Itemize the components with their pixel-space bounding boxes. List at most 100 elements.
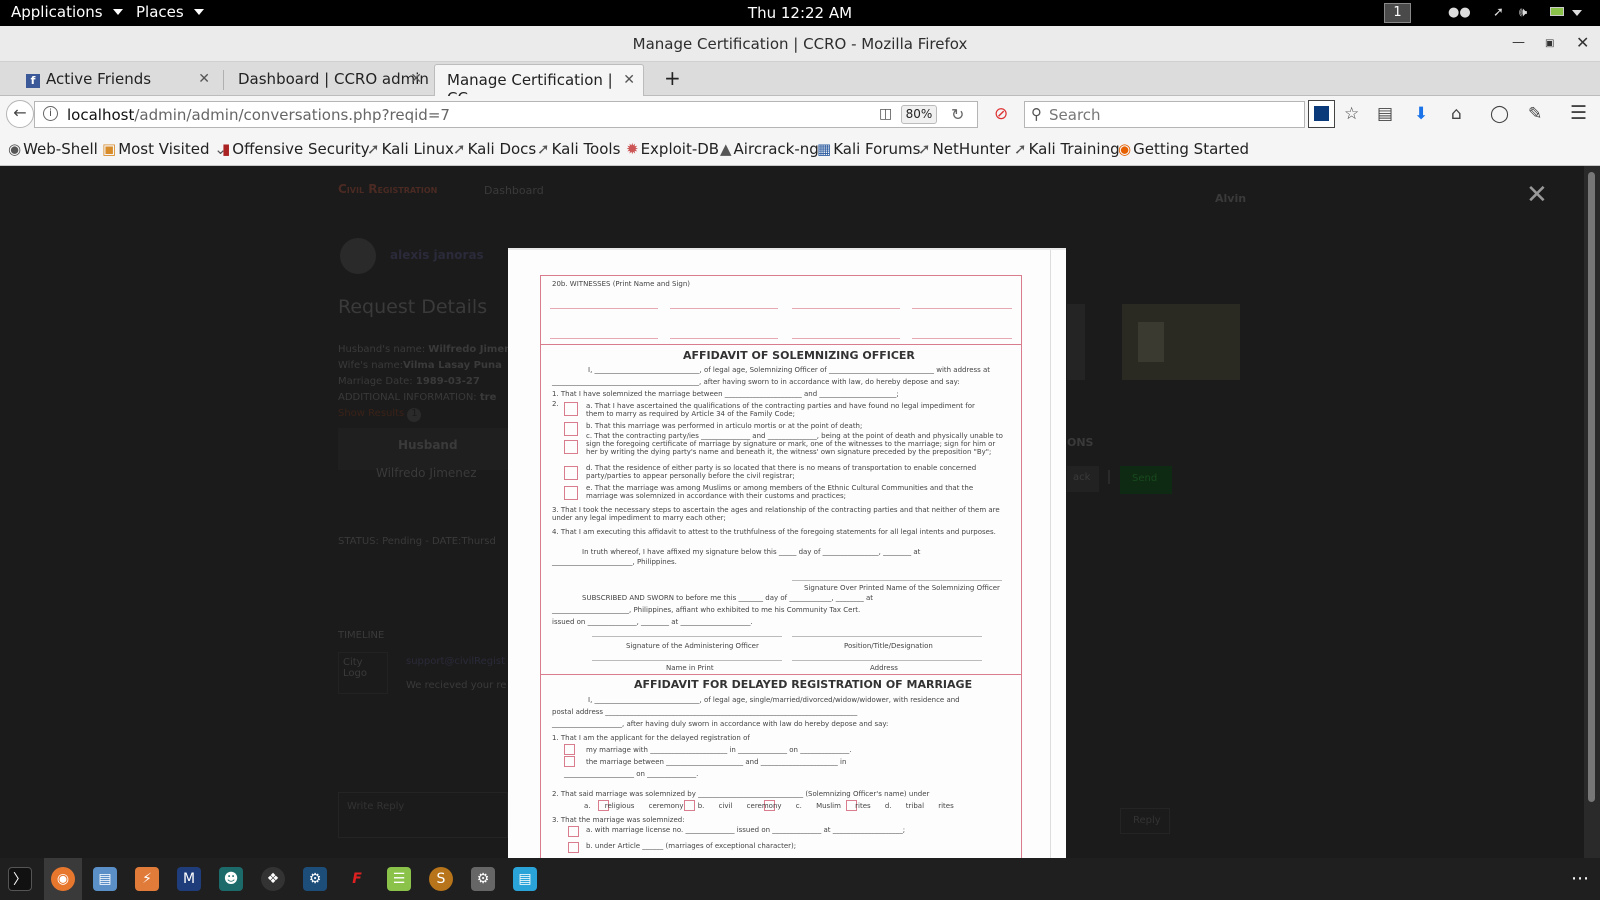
doc-line: b. under Article ______ (marriages of ex… [586, 842, 797, 850]
back-button-bg[interactable]: ack [1067, 466, 1099, 492]
request-title: Request Details [338, 296, 488, 318]
send-button[interactable]: Send [1120, 466, 1172, 494]
network-icon[interactable]: ➚ [1493, 5, 1504, 21]
status-line: STATUS: Pending - DATE:Thursd [338, 536, 496, 547]
bookmark-label: Kali Forums [833, 140, 921, 158]
value: Wilfredo Jimen [428, 344, 512, 355]
label: Wife's name: [338, 360, 403, 371]
bookmark-star-icon[interactable]: ☆ [1344, 104, 1359, 124]
brand-link[interactable]: Civil Registration [338, 182, 437, 196]
battery-icon[interactable] [1550, 5, 1564, 21]
tab-dashboard[interactable]: Dashboard | CCRO admin ✕ [226, 64, 430, 96]
reply-button[interactable]: Reply [1120, 808, 1170, 834]
faraday-icon[interactable]: F [345, 867, 369, 891]
url-host: localhost [67, 106, 135, 124]
devtools-icon[interactable]: ✎ [1528, 104, 1542, 124]
close-icon[interactable]: ✕ [623, 72, 635, 88]
bookmark-getting-started[interactable]: ◉ Getting Started [1118, 140, 1249, 158]
workspace-indicator[interactable]: 1 [1384, 3, 1411, 23]
downloads-icon[interactable]: ⬇ [1414, 104, 1428, 124]
pocket-icon[interactable]: ◯ [1490, 104, 1509, 124]
nav-dashboard[interactable]: Dashboard [484, 184, 544, 197]
reload-icon[interactable]: ↻ [951, 105, 964, 124]
cherrytree-icon[interactable]: S [429, 867, 453, 891]
bookmark-kali-tools[interactable]: ➚ Kali Tools [537, 140, 620, 158]
show-results-link[interactable]: Show Results 1 [338, 408, 422, 422]
doc-line: Signature of the Administering Officer [626, 642, 759, 650]
timeline-heading: TIMELINE [338, 630, 385, 641]
users-icon[interactable]: ●● [1448, 5, 1471, 21]
files-icon[interactable]: ▤ [93, 867, 117, 891]
menu-icon[interactable]: ☰ [1570, 102, 1587, 124]
husband-cell: Wilfredo Jimenez [376, 466, 477, 480]
bookmark-kali-training[interactable]: ➚ Kali Training [1014, 140, 1120, 158]
reply-textarea[interactable]: Write Reply [338, 792, 508, 838]
armitage-icon[interactable]: ☻ [219, 867, 243, 891]
home-icon[interactable]: ⌂ [1451, 104, 1462, 124]
bookmark-web-shell[interactable]: ◉ Web-Shell [8, 140, 98, 158]
leafpad-icon[interactable]: ☰ [387, 867, 411, 891]
close-icon[interactable]: ✕ [198, 71, 210, 87]
extension-button[interactable] [1308, 100, 1335, 128]
tab-active-friends[interactable]: f Active Friends ✕ [14, 64, 218, 96]
volume-icon[interactable]: 🕪 [1519, 5, 1527, 21]
tab-strip: f Active Friends ✕ Dashboard | CCRO admin… [0, 62, 1600, 107]
beef-icon[interactable]: ⚙ [303, 867, 327, 891]
maltego-icon[interactable]: ❖ [261, 867, 285, 891]
close-icon[interactable]: ✕ [1576, 33, 1589, 52]
settings-icon[interactable]: ⚙ [471, 867, 495, 891]
label: Marriage Date: [338, 376, 413, 387]
firefox-icon[interactable]: ◉ [51, 867, 75, 891]
kali-dragon-icon: ➚ [453, 140, 466, 158]
search-input[interactable]: ⚲ Search [1024, 101, 1305, 128]
support-email[interactable]: support@civilRegist [406, 656, 505, 667]
bookmark-aircrack-ng[interactable]: ▲ Aircrack-ng [720, 140, 819, 158]
bookmark-kali-forums[interactable]: ▦ Kali Forums [817, 140, 920, 158]
page-scrollbar[interactable] [1584, 166, 1600, 858]
label: ADDITIONAL INFORMATION: [338, 392, 477, 403]
new-tab-button[interactable]: + [652, 64, 682, 96]
bookmark-exploit-db[interactable]: ✹ Exploit-DB [626, 140, 719, 158]
recordmydesktop-icon[interactable]: ▤ [513, 867, 537, 891]
close-icon[interactable]: ✕ [410, 71, 422, 87]
zoom-indicator[interactable]: 80% [901, 105, 937, 124]
attachment-thumb[interactable] [1067, 304, 1085, 380]
system-menu-caret-icon[interactable] [1568, 5, 1582, 21]
apps-grid-icon[interactable]: ⋯ [1568, 867, 1592, 891]
maximize-icon[interactable]: ▣ [1545, 38, 1554, 49]
bookmark-label: Kali Tools [551, 140, 621, 158]
back-button[interactable]: ← [6, 100, 34, 128]
firefox-icon: ◉ [1118, 140, 1132, 158]
bookmark-offensive-security[interactable]: ▮ Offensive Security [222, 140, 370, 158]
url-bar[interactable]: i localhost/admin/admin/conversations.ph… [34, 101, 978, 128]
bookmark-nethunter[interactable]: ➚ NetHunter [918, 140, 1010, 158]
bookmark-kali-linux[interactable]: ➚ Kali Linux [367, 140, 454, 158]
lightbox-close-icon[interactable]: ✕ [1526, 180, 1548, 210]
city-logo: City Logo [338, 652, 388, 694]
burpsuite-icon[interactable]: ⚡ [135, 867, 159, 891]
reader-view-icon[interactable]: ◫ [879, 106, 892, 122]
doc-line: a. with marriage license no. ___________… [586, 826, 906, 834]
terminal-icon[interactable]: 〉 [8, 867, 32, 891]
bookmarks-list-icon[interactable]: ▤ [1377, 104, 1393, 124]
minimize-icon[interactable]: — [1512, 35, 1525, 50]
scrollbar-thumb[interactable] [1588, 172, 1595, 802]
doc-line: b. That this marriage was performed in a… [586, 422, 863, 430]
bookmark-kali-docs[interactable]: ➚ Kali Docs [453, 140, 536, 158]
bookmark-most-visited[interactable]: ▣ Most Visited ⌄ [102, 140, 229, 158]
offsec-icon: ▮ [222, 140, 231, 158]
tab-manage-certification[interactable]: Manage Certification | CC... ✕ [434, 64, 644, 107]
system-top-bar: Applications Places Thu 12:22 AM 1 ●● ➚ … [0, 0, 1600, 26]
metasploit-icon[interactable]: M [177, 867, 201, 891]
clock[interactable]: Thu 12:22 AM [0, 4, 1600, 22]
doc-line: Name in Print [666, 664, 714, 672]
requester-name[interactable]: alexis janoras [390, 248, 484, 262]
bookmark-label: NetHunter [932, 140, 1011, 158]
bookmark-label: Most Visited [118, 140, 210, 158]
noscript-icon[interactable]: ⊘ [994, 104, 1008, 124]
user-menu[interactable]: Alvin [1215, 192, 1246, 205]
count-badge: 1 [407, 408, 422, 422]
info-icon[interactable]: i [43, 106, 58, 121]
bookmarks-toolbar: ◉ Web-Shell ▣ Most Visited ⌄ ▮ Offensive Se… [0, 132, 1600, 166]
id-card-thumb[interactable] [1122, 304, 1240, 380]
